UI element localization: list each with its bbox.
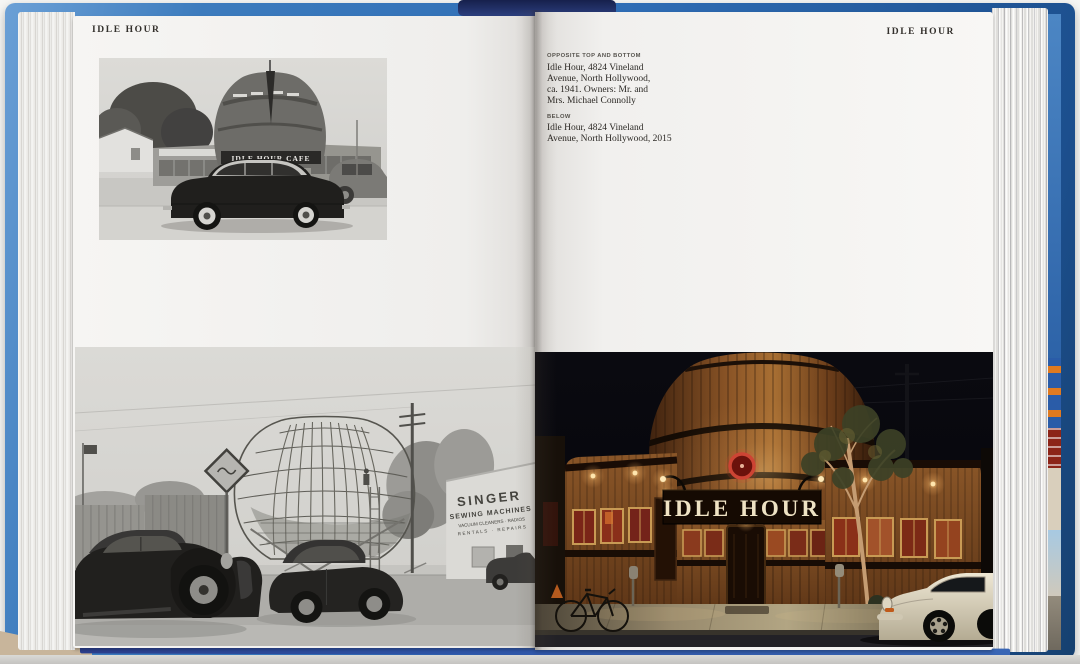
caption-label-below: BELOW [547, 113, 697, 122]
photo-idle-hour-night-2015: IDLE HOUR [535, 352, 993, 647]
open-book-photo: IDLE HOUR [0, 0, 1080, 664]
bw-construction-illustration: SINGER SEWING MACHINES VACUUM CLEANERS ·… [75, 347, 535, 646]
caption-line: Mrs. Michael Connolly [547, 96, 697, 107]
photo-construction-site: SINGER SEWING MACHINES VACUUM CLEANERS ·… [75, 347, 535, 646]
caption-line: ca. 1941. Owners: Mr. and [547, 85, 697, 96]
right-page: IDLE HOUR OPPOSITE TOP AND BOTTOM Idle H… [535, 12, 993, 650]
table-surface [0, 655, 1080, 664]
left-page: IDLE HOUR [73, 16, 535, 648]
bw-storefront-illustration: IDLE HOUR CAFE [99, 58, 387, 240]
page-edges-left [18, 12, 75, 650]
caption-line: Idle Hour, 4824 Vineland [547, 63, 697, 74]
idle-hour-sign-text: IDLE HOUR [663, 496, 821, 521]
night-facade-illustration: IDLE HOUR [535, 352, 993, 647]
left-page-header: IDLE HOUR [92, 26, 161, 36]
caption-label-opposite: OPPOSITE TOP AND BOTTOM [547, 52, 697, 61]
caption-block: OPPOSITE TOP AND BOTTOM Idle Hour, 4824 … [547, 52, 697, 145]
photo-idle-hour-cafe-1941: IDLE HOUR CAFE [99, 58, 387, 240]
page-edges-right [992, 8, 1048, 652]
caption-line: Idle Hour, 4824 Vineland [547, 123, 697, 134]
caption-line: Avenue, North Hollywood, 2015 [547, 134, 697, 145]
caption-line: Avenue, North Hollywood, [547, 74, 697, 85]
right-page-header: IDLE HOUR [886, 28, 955, 38]
